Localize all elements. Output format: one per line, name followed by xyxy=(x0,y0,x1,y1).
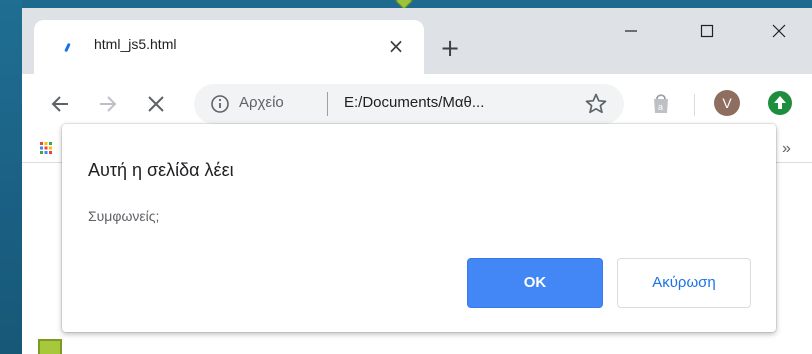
address-bar[interactable]: Αρχείο E:/Documents/Μαθ... xyxy=(194,84,624,124)
arrow-up-circle-icon xyxy=(774,96,786,109)
address-divider xyxy=(327,92,328,116)
new-tab-button[interactable]: + xyxy=(436,34,464,62)
dialog-message: Συμφωνείς; xyxy=(88,208,160,224)
address-url[interactable]: E:/Documents/Μαθ... xyxy=(344,94,484,111)
alert-dialog: Αυτή η σελίδα λέει Συμφωνείς; OK Ακύρωση xyxy=(62,124,776,332)
maximize-button[interactable] xyxy=(684,14,730,48)
dialog-title: Αυτή η σελίδα λέει xyxy=(88,160,234,180)
desktop-background xyxy=(0,0,22,354)
close-window-button[interactable] xyxy=(756,14,802,48)
tab-strip: html_js5.html × + xyxy=(22,8,812,74)
stop-loading-button[interactable] xyxy=(140,88,172,120)
loading-favicon-icon xyxy=(64,42,71,53)
update-button[interactable] xyxy=(768,91,792,115)
toolbar-divider xyxy=(694,94,695,116)
cancel-button[interactable]: Ακύρωση xyxy=(617,258,751,308)
more-bookmarks-button[interactable]: » xyxy=(782,140,791,158)
shopping-bag-icon[interactable]: a xyxy=(648,90,674,116)
back-button[interactable] xyxy=(44,88,76,120)
tab-html-js5[interactable]: html_js5.html × xyxy=(34,20,424,74)
star-outline-icon[interactable] xyxy=(584,92,608,116)
minimize-icon xyxy=(625,30,637,32)
info-circle-icon[interactable] xyxy=(210,94,230,114)
maximize-icon xyxy=(700,24,714,38)
apps-grid-icon[interactable] xyxy=(40,142,52,154)
close-x-icon xyxy=(148,96,164,112)
tab-title: html_js5.html xyxy=(94,36,177,52)
page-square-shape xyxy=(38,339,62,354)
minimize-button[interactable] xyxy=(608,14,654,48)
address-scheme-label: Αρχείο xyxy=(239,94,284,111)
profile-avatar[interactable]: V xyxy=(714,90,740,116)
ok-button[interactable]: OK xyxy=(467,258,603,308)
tab-close-icon[interactable]: × xyxy=(384,34,408,58)
close-icon xyxy=(772,24,786,38)
arrow-right-icon xyxy=(100,96,117,112)
arrow-left-icon xyxy=(51,96,68,112)
svg-text:a: a xyxy=(658,102,663,112)
forward-button[interactable] xyxy=(92,88,124,120)
